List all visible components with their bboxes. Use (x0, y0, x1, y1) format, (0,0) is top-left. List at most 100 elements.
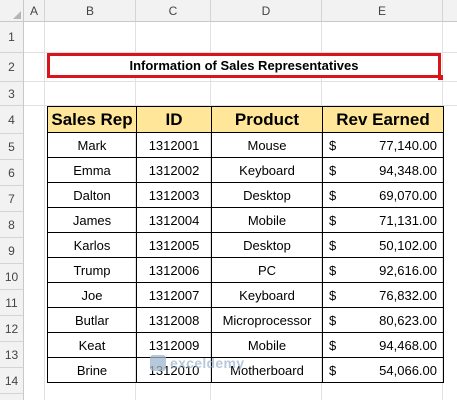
rev-value: 80,623.00 (379, 312, 437, 328)
table-row: Karlos 1312005 Desktop $50,102.00 (47, 232, 444, 258)
cell-sales-rep[interactable]: Keat (47, 332, 137, 358)
cell-product[interactable]: Mobile (211, 207, 323, 233)
cell-sales-rep[interactable]: Brine (47, 357, 137, 383)
row-header-7[interactable]: 7 (0, 186, 24, 212)
cell-product[interactable]: Keyboard (211, 282, 323, 308)
header-id[interactable]: ID (136, 106, 212, 133)
title-cell[interactable]: Information of Sales Representatives (47, 53, 441, 78)
cell-product[interactable]: Keyboard (211, 157, 323, 183)
select-all-corner[interactable] (0, 0, 24, 22)
cell-id[interactable]: 1312008 (136, 307, 212, 333)
table-row: Joe 1312007 Keyboard $76,832.00 (47, 282, 444, 308)
table-row: Trump 1312006 PC $92,616.00 (47, 257, 444, 283)
gridline (24, 81, 457, 82)
currency-symbol: $ (329, 312, 337, 328)
cell-rev-earned[interactable]: $77,140.00 (322, 132, 444, 158)
header-sales-rep[interactable]: Sales Rep (47, 106, 137, 133)
cell-id[interactable]: 1312010 (136, 357, 212, 383)
currency-symbol: $ (329, 287, 337, 303)
cell-product[interactable]: Motherboard (211, 357, 323, 383)
rev-value: 94,348.00 (379, 162, 437, 178)
cell-sales-rep[interactable]: Butlar (47, 307, 137, 333)
rev-value: 50,102.00 (379, 237, 437, 253)
table-row: Emma 1312002 Keyboard $94,348.00 (47, 157, 444, 183)
cell-id[interactable]: 1312007 (136, 282, 212, 308)
rev-value: 69,070.00 (379, 187, 437, 203)
column-header-e[interactable]: E (322, 0, 443, 22)
row-header-8[interactable]: 8 (0, 212, 24, 238)
column-header-c[interactable]: C (136, 0, 211, 22)
table-header-row: Sales Rep ID Product Rev Earned (47, 106, 444, 133)
currency-symbol: $ (329, 337, 337, 353)
row-header-1[interactable]: 1 (0, 22, 24, 53)
cell-rev-earned[interactable]: $92,616.00 (322, 257, 444, 283)
select-all-triangle-icon (13, 11, 21, 19)
currency-symbol: $ (329, 162, 337, 178)
table-row: Keat 1312009 Mobile $94,468.00 (47, 332, 444, 358)
row-header-12[interactable]: 12 (0, 316, 24, 342)
cell-sales-rep[interactable]: Mark (47, 132, 137, 158)
cell-id[interactable]: 1312001 (136, 132, 212, 158)
cell-id[interactable]: 1312002 (136, 157, 212, 183)
rev-value: 71,131.00 (379, 212, 437, 228)
column-header-b[interactable]: B (45, 0, 136, 22)
currency-symbol: $ (329, 137, 337, 153)
cell-id[interactable]: 1312004 (136, 207, 212, 233)
sales-table: Sales Rep ID Product Rev Earned Mark 131… (47, 106, 444, 383)
rev-value: 76,832.00 (379, 287, 437, 303)
cell-id[interactable]: 1312009 (136, 332, 212, 358)
table-row: Butlar 1312008 Microprocessor $80,623.00 (47, 307, 444, 333)
currency-symbol: $ (329, 212, 337, 228)
cell-sales-rep[interactable]: Trump (47, 257, 137, 283)
cell-id[interactable]: 1312005 (136, 232, 212, 258)
table-row: Dalton 1312003 Desktop $69,070.00 (47, 182, 444, 208)
cell-rev-earned[interactable]: $50,102.00 (322, 232, 444, 258)
cell-rev-earned[interactable]: $71,131.00 (322, 207, 444, 233)
cell-rev-earned[interactable]: $76,832.00 (322, 282, 444, 308)
cell-product[interactable]: Desktop (211, 232, 323, 258)
cell-sales-rep[interactable]: Emma (47, 157, 137, 183)
header-product[interactable]: Product (211, 106, 323, 133)
row-header-13[interactable]: 13 (0, 342, 24, 368)
currency-symbol: $ (329, 362, 337, 378)
rev-value: 77,140.00 (379, 137, 437, 153)
cell-rev-earned[interactable]: $54,066.00 (322, 357, 444, 383)
column-header-overflow (443, 0, 457, 22)
row-header-9[interactable]: 9 (0, 238, 24, 264)
cell-sales-rep[interactable]: James (47, 207, 137, 233)
currency-symbol: $ (329, 187, 337, 203)
column-header-d[interactable]: D (211, 0, 322, 22)
currency-symbol: $ (329, 262, 337, 278)
row-header-14[interactable]: 14 (0, 368, 24, 394)
cell-product[interactable]: PC (211, 257, 323, 283)
row-header-overflow (0, 394, 24, 400)
cell-rev-earned[interactable]: $94,348.00 (322, 157, 444, 183)
cell-rev-earned[interactable]: $94,468.00 (322, 332, 444, 358)
row-header-6[interactable]: 6 (0, 160, 24, 186)
column-header-a[interactable]: A (24, 0, 45, 22)
cell-product[interactable]: Mobile (211, 332, 323, 358)
cell-rev-earned[interactable]: $69,070.00 (322, 182, 444, 208)
gridline (44, 22, 45, 400)
cell-product[interactable]: Microprocessor (211, 307, 323, 333)
cell-id[interactable]: 1312006 (136, 257, 212, 283)
rev-value: 54,066.00 (379, 362, 437, 378)
cell-product[interactable]: Desktop (211, 182, 323, 208)
row-header-2[interactable]: 2 (0, 53, 24, 82)
cell-sales-rep[interactable]: Dalton (47, 182, 137, 208)
row-header-11[interactable]: 11 (0, 290, 24, 316)
row-header-10[interactable]: 10 (0, 264, 24, 290)
header-rev-earned[interactable]: Rev Earned (322, 106, 444, 133)
fill-handle[interactable] (438, 75, 443, 80)
row-header-5[interactable]: 5 (0, 134, 24, 160)
rev-value: 92,616.00 (379, 262, 437, 278)
table-row: Mark 1312001 Mouse $77,140.00 (47, 132, 444, 158)
row-header-4[interactable]: 4 (0, 106, 24, 134)
cell-id[interactable]: 1312003 (136, 182, 212, 208)
row-header-3[interactable]: 3 (0, 82, 24, 106)
cell-rev-earned[interactable]: $80,623.00 (322, 307, 444, 333)
cell-sales-rep[interactable]: Joe (47, 282, 137, 308)
cell-sales-rep[interactable]: Karlos (47, 232, 137, 258)
cell-product[interactable]: Mouse (211, 132, 323, 158)
rev-value: 94,468.00 (379, 337, 437, 353)
